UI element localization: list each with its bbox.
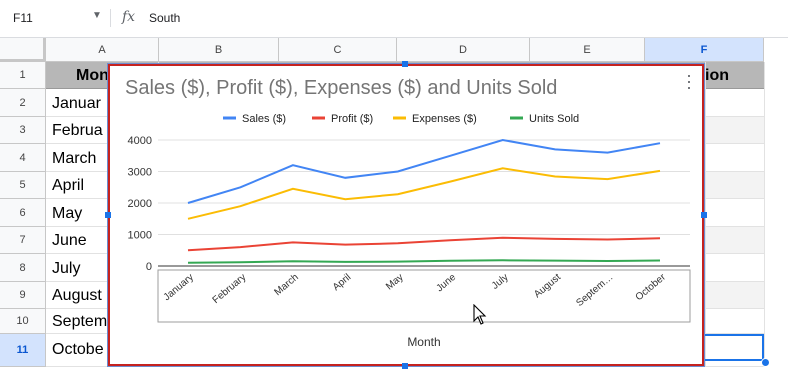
- x-tick-label: October: [634, 271, 669, 303]
- y-tick-label: 2000: [128, 198, 152, 210]
- fill-handle[interactable]: [761, 358, 770, 367]
- column-header-f[interactable]: F: [645, 38, 764, 62]
- select-all-corner[interactable]: [0, 38, 46, 62]
- cell-f9[interactable]: [706, 282, 764, 308]
- row-header-2[interactable]: 2: [0, 89, 46, 117]
- y-tick-label: 3000: [128, 167, 152, 179]
- row-header-3[interactable]: 3: [0, 117, 46, 144]
- cell-f5[interactable]: [706, 172, 764, 198]
- row-header-9[interactable]: 9: [0, 282, 46, 309]
- row-header-10[interactable]: 10: [0, 309, 46, 334]
- cell-a9[interactable]: August: [52, 287, 102, 305]
- y-tick-label: 0: [146, 261, 152, 273]
- header-cell-a1[interactable]: Mon: [76, 67, 109, 85]
- legend-label: Sales ($): [242, 113, 286, 125]
- x-axis-title: Month: [407, 335, 440, 349]
- cell-a8[interactable]: July: [52, 260, 80, 278]
- x-tick-label: Septem…: [574, 272, 615, 309]
- row-header-8[interactable]: 8: [0, 254, 46, 282]
- cell-a7[interactable]: June: [52, 232, 87, 250]
- cell-a11[interactable]: Octobe: [52, 341, 104, 359]
- name-box[interactable]: F11: [13, 11, 33, 25]
- series-line: [187, 236, 661, 252]
- cell-a2[interactable]: Januar: [52, 95, 101, 113]
- fx-icon: fx: [122, 9, 136, 25]
- cell-a4[interactable]: March: [52, 150, 96, 168]
- x-tick-label: April: [331, 272, 353, 293]
- y-tick-label: 1000: [128, 230, 152, 242]
- x-tick-label: March: [272, 272, 300, 298]
- column-header-c[interactable]: C: [279, 38, 397, 62]
- chart-container[interactable]: Sales ($), Profit ($), Expenses ($) and …: [108, 64, 704, 366]
- x-tick-label: May: [384, 272, 406, 293]
- cell-f7[interactable]: [706, 227, 764, 253]
- resize-handle-left[interactable]: [105, 212, 111, 218]
- x-tick-label: February: [211, 272, 249, 306]
- formula-bar: F11 ▼ fx South: [0, 0, 788, 38]
- row-header-5[interactable]: 5: [0, 172, 46, 199]
- column-header-a[interactable]: A: [46, 38, 159, 62]
- row-header-4[interactable]: 4: [0, 144, 46, 172]
- line-chart: Sales ($) Profit ($) Expenses ($) Units Sol…: [128, 113, 691, 349]
- cell-a5[interactable]: April: [52, 177, 84, 195]
- gridline: [764, 62, 765, 367]
- cell-a6[interactable]: May: [52, 205, 82, 223]
- y-tick-label: 4000: [128, 135, 152, 147]
- cell-f3[interactable]: [706, 117, 764, 143]
- x-tick-label: July: [490, 272, 511, 292]
- row-header-7[interactable]: 7: [0, 227, 46, 254]
- row-header-1[interactable]: 1: [0, 62, 46, 89]
- column-header-d[interactable]: D: [397, 38, 530, 62]
- cell-a10[interactable]: Septem: [52, 313, 107, 331]
- row-header-11[interactable]: 11: [0, 334, 46, 367]
- resize-handle-right[interactable]: [701, 212, 707, 218]
- x-tick-label: June: [434, 272, 458, 295]
- legend-label: Expenses ($): [412, 113, 477, 125]
- mouse-cursor-icon: [473, 304, 487, 325]
- formula-input[interactable]: South: [149, 11, 180, 25]
- x-tick-label: August: [532, 272, 563, 301]
- dropdown-caret-icon[interactable]: ▼: [92, 10, 102, 21]
- series-line: [187, 167, 661, 220]
- x-tick-label: January: [162, 272, 196, 303]
- row-header-6[interactable]: 6: [0, 199, 46, 227]
- selected-cell-f11[interactable]: [702, 334, 764, 361]
- resize-handle-top[interactable]: [402, 61, 408, 67]
- resize-handle-bottom[interactable]: [402, 363, 408, 369]
- legend-label: Units Sold: [529, 113, 579, 125]
- cell-a3[interactable]: Februa: [52, 122, 103, 140]
- header-cell-f1[interactable]: ion: [705, 67, 729, 85]
- column-header-b[interactable]: B: [159, 38, 279, 62]
- series-line: [187, 259, 661, 264]
- column-header-e[interactable]: E: [530, 38, 645, 62]
- formula-bar-separator: [110, 9, 111, 27]
- legend-label: Profit ($): [331, 113, 373, 125]
